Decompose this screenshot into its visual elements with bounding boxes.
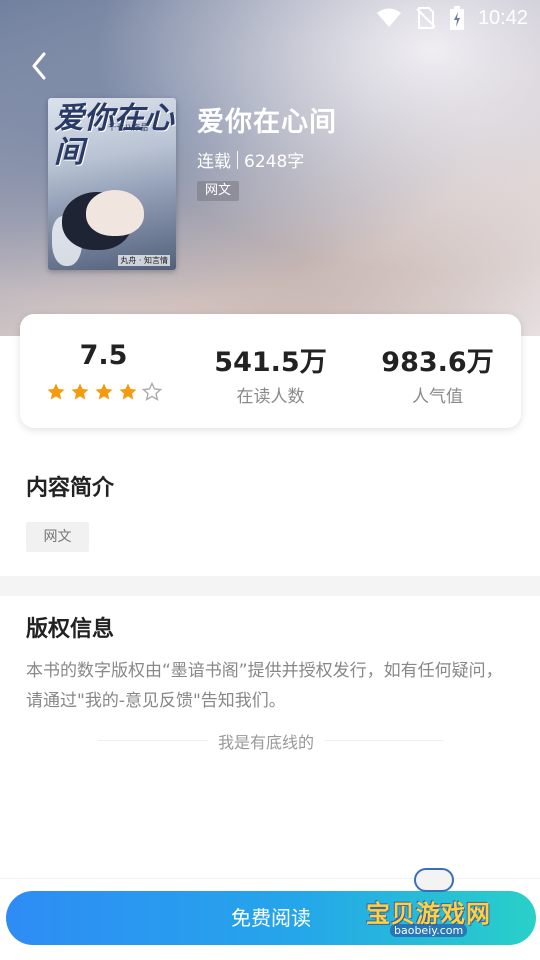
cover-title-text: 爱你在心间 bbox=[54, 101, 174, 170]
copyright-text: 本书的数字版权由“墨谙书阁”提供并授权发行，如有任何疑问，请通过"我的-意见反馈… bbox=[26, 661, 503, 711]
cover-subtitle: 千七八作品 bbox=[108, 123, 148, 132]
wifi-icon bbox=[376, 8, 402, 28]
readers-value: 541.5万 bbox=[214, 347, 327, 378]
star-filled-icon bbox=[47, 383, 64, 400]
popularity-label: 人气值 bbox=[412, 387, 463, 407]
intro-heading: 内容简介 bbox=[26, 476, 115, 501]
book-category-tag[interactable]: 网文 bbox=[197, 181, 240, 201]
book-title: 爱你在心间 bbox=[197, 107, 337, 138]
cover-art-flower bbox=[52, 216, 82, 266]
watermark-logo: 宝贝游戏网 baobeiy.com bbox=[362, 866, 512, 946]
rating-value: 7.5 bbox=[79, 340, 128, 371]
end-of-list-text: 我是有底线的 bbox=[208, 729, 325, 753]
rating-stars bbox=[20, 382, 187, 402]
stats-card: 7.5 541.5万 在读人数 983.6万 人气值 bbox=[20, 314, 521, 428]
watermark-url: baobeiy.com bbox=[390, 924, 468, 937]
copyright-heading: 版权信息 bbox=[26, 617, 115, 642]
book-meta: 连载 6248字 bbox=[197, 147, 304, 172]
cover-art-figure bbox=[86, 190, 144, 236]
chevron-left-icon bbox=[32, 52, 46, 80]
book-word-count: 6248字 bbox=[244, 152, 305, 172]
status-bar: 10:42 bbox=[0, 0, 540, 36]
no-sim-icon bbox=[416, 7, 436, 29]
star-empty-icon bbox=[141, 382, 162, 401]
back-button[interactable] bbox=[24, 50, 54, 82]
gamepad-icon bbox=[414, 868, 454, 892]
section-divider bbox=[0, 576, 540, 596]
star-filled-icon bbox=[71, 383, 88, 400]
intro-tag[interactable]: 网文 bbox=[26, 522, 89, 552]
popularity-value: 983.6万 bbox=[381, 347, 494, 378]
star-filled-icon bbox=[95, 383, 112, 400]
star-filled-icon bbox=[119, 383, 136, 400]
readers-label: 在读人数 bbox=[236, 387, 305, 407]
status-time: 10:42 bbox=[477, 6, 528, 29]
book-status: 连载 bbox=[197, 152, 231, 172]
cover-author-text: 丸舟 · 知言情 bbox=[118, 255, 170, 266]
book-cover: 爱你在心间 千七八作品 丸舟 · 知言情 bbox=[48, 98, 176, 270]
meta-separator bbox=[237, 150, 238, 169]
battery-charging-icon bbox=[449, 6, 464, 30]
